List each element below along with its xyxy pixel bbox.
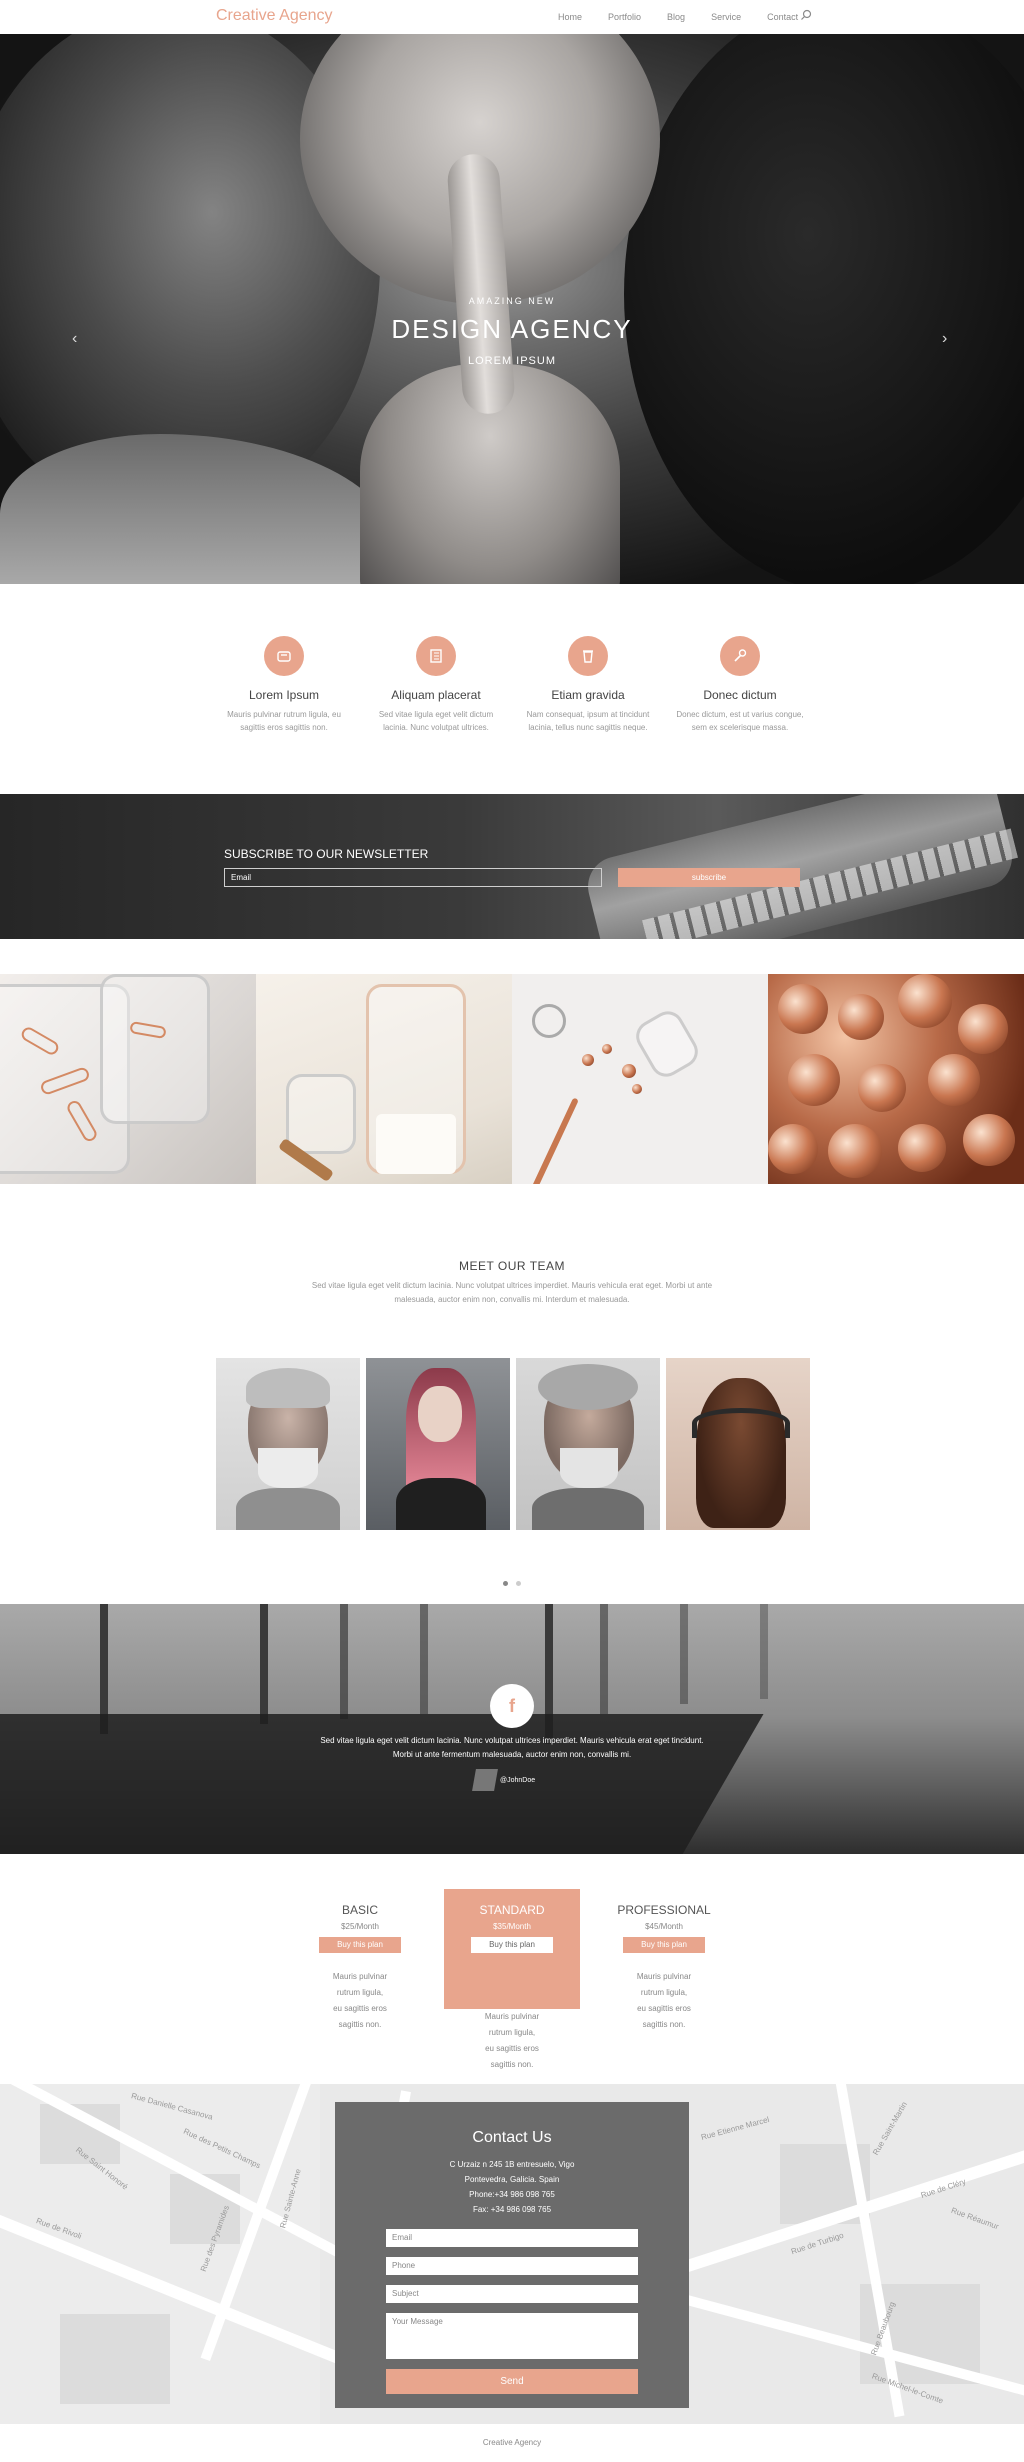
hero-shoulder [0, 434, 400, 584]
send-button[interactable]: Send [386, 2369, 638, 2394]
plan-description: Mauris pulvinar rutrum ligula, eu sagitti… [636, 1972, 692, 2029]
hero-slider: ‹ › AMAZING NEW DESIGN AGENCY LOREM IPSU… [0, 34, 1024, 584]
contact-section: Rue Danielle Casanova Rue des Petits Cha… [0, 2084, 1024, 2424]
map-street-label: Rue Saint-Martin [871, 2100, 909, 2157]
feature-item: Lorem Ipsum Mauris pulvinar rutrum ligul… [214, 636, 354, 734]
testimonial-section: f Sed vitae ligula eget velit dictum lac… [0, 1604, 1024, 1854]
hero-text: AMAZING NEW DESIGN AGENCY LOREM IPSUM [0, 296, 1024, 367]
plan-name: BASIC [341, 1903, 378, 1917]
subscribe-button[interactable]: subscribe [618, 868, 800, 887]
wrench-icon [720, 636, 760, 676]
footer-brand: Creative Agency [482, 2438, 542, 2447]
feature-text: Nam consequat, ipsum at tincidunt lacini… [526, 710, 650, 732]
gallery-image-glass-jar[interactable] [256, 974, 512, 1184]
newsletter-title: SUBSCRIBE TO OUR NEWSLETTER [224, 847, 429, 861]
feature-text: Donec dictum, est ut varius congue, sem … [676, 710, 804, 732]
feature-item: Donec dictum Donec dictum, est ut varius… [670, 636, 810, 734]
gallery-image-paperclip-jars[interactable] [0, 974, 256, 1184]
features-section: Lorem Ipsum Mauris pulvinar rutrum ligul… [0, 584, 1024, 794]
feature-title: Donec dictum [703, 688, 777, 702]
feature-title: Etiam gravida [551, 688, 625, 702]
testimonial-quote: Sed vitae ligula eget velit dictum lacin… [0, 1734, 1024, 1762]
nav-portfolio[interactable]: Portfolio [608, 12, 641, 22]
nav-blog[interactable]: Blog [667, 12, 685, 22]
team-carousel [216, 1358, 816, 1530]
nav-links: Home Portfolio Blog Service Contact [558, 12, 824, 22]
testimonial-author: @JohnDoe [472, 1769, 536, 1791]
nav-home[interactable]: Home [558, 12, 582, 22]
feature-text: Mauris pulvinar rutrum ligula, eu sagitt… [227, 710, 341, 732]
contact-message-textarea[interactable]: Your Message [386, 2313, 638, 2359]
buy-plan-button[interactable]: Buy this plan [623, 1937, 705, 1953]
plan-description: Mauris pulvinar rutrum ligula, eu sagitti… [332, 1972, 388, 2029]
pricing-plan-standard: STANDARD $35/Month Buy this plan [444, 1889, 580, 2009]
search-icon[interactable] [800, 9, 812, 21]
team-title: MEET OUR TEAM [458, 1259, 566, 1273]
plan-name: PROFESSIONAL [617, 1903, 711, 1917]
map-street-label: Rue Etienne Marcel [700, 2115, 771, 2142]
team-member-photo[interactable] [366, 1358, 510, 1530]
contact-address: C Urzaiz n 245 1B entresuelo, Vigo Ponte… [449, 2160, 575, 2214]
cup-icon [568, 636, 608, 676]
buy-plan-button[interactable]: Buy this plan [471, 1937, 553, 1953]
newsletter-email-input[interactable]: Email [224, 868, 602, 887]
gallery [0, 974, 1024, 1184]
plan-price: $45/Month [645, 1922, 683, 1931]
contact-form-box: Contact Us C Urzaiz n 245 1B entresuelo,… [335, 2102, 689, 2408]
plan-price: $35/Month [493, 1922, 531, 1931]
book-icon [416, 636, 456, 676]
team-carousel-dots [503, 1581, 529, 1586]
feature-item: Aliquam placerat Sed vitae ligula eget v… [366, 636, 506, 734]
team-text: Sed vitae ligula eget velit dictum lacin… [311, 1281, 713, 1304]
team-member-photo[interactable] [216, 1358, 360, 1530]
newsletter-section: SUBSCRIBE TO OUR NEWSLETTER Email subscr… [0, 794, 1024, 939]
plan-price: $25/Month [341, 1922, 379, 1931]
team-section: MEET OUR TEAM Sed vitae ligula eget veli… [0, 1184, 1024, 1604]
quote-line: Morbi ut ante fermentum malesuada, aucto… [392, 1750, 632, 1759]
pricing-plan-standard-desc: Mauris pulvinar rutrum ligula, eu sagitti… [444, 2009, 580, 2069]
hero-title: DESIGN AGENCY [391, 314, 633, 344]
brand-logo[interactable]: Creative Agency [216, 7, 333, 25]
pricing-section: BASIC $25/Month Buy this plan Mauris pul… [0, 1854, 1024, 2084]
box-icon [264, 636, 304, 676]
plan-name: STANDARD [479, 1903, 545, 1917]
contact-email-input[interactable]: Email [386, 2229, 638, 2247]
carousel-dot[interactable] [516, 1581, 521, 1586]
facebook-icon[interactable]: f [490, 1684, 534, 1728]
map-street-label: Rue Réaumur [949, 2205, 1000, 2232]
carousel-dot[interactable] [503, 1581, 508, 1586]
quote-line: Sed vitae ligula eget velit dictum lacin… [320, 1736, 704, 1745]
gallery-image-pen-and-clips[interactable] [512, 974, 768, 1184]
pricing-plan-professional: PROFESSIONAL $45/Month Buy this plan Mau… [596, 1889, 732, 2029]
author-name: @JohnDoe [500, 1776, 536, 1784]
footer: Creative Agency [0, 2424, 1024, 2462]
feature-item: Etiam gravida Nam consequat, ipsum at ti… [518, 636, 658, 734]
feature-text: Sed vitae ligula eget velit dictum lacin… [378, 710, 494, 732]
author-avatar [472, 1769, 498, 1791]
plan-description: Mauris pulvinar rutrum ligula, eu sagitti… [484, 2012, 540, 2069]
contact-subject-input[interactable]: Subject [386, 2285, 638, 2303]
hero-subtitle: LOREM IPSUM [467, 355, 556, 367]
nav-contact[interactable]: Contact [767, 12, 798, 22]
buy-plan-button[interactable]: Buy this plan [319, 1937, 401, 1953]
team-member-photo[interactable] [516, 1358, 660, 1530]
gallery-image-copper-beads[interactable] [768, 974, 1024, 1184]
contact-phone-input[interactable]: Phone [386, 2257, 638, 2275]
team-member-photo[interactable] [666, 1358, 810, 1530]
contact-title: Contact Us [472, 2129, 552, 2146]
nav-service[interactable]: Service [711, 12, 741, 22]
top-navbar: Creative Agency Home Portfolio Blog Serv… [0, 0, 1024, 34]
hero-eyebrow: AMAZING NEW [468, 296, 556, 306]
pricing-plan-basic: BASIC $25/Month Buy this plan Mauris pul… [292, 1889, 428, 2029]
feature-title: Aliquam placerat [391, 688, 481, 702]
feature-title: Lorem Ipsum [248, 688, 320, 702]
